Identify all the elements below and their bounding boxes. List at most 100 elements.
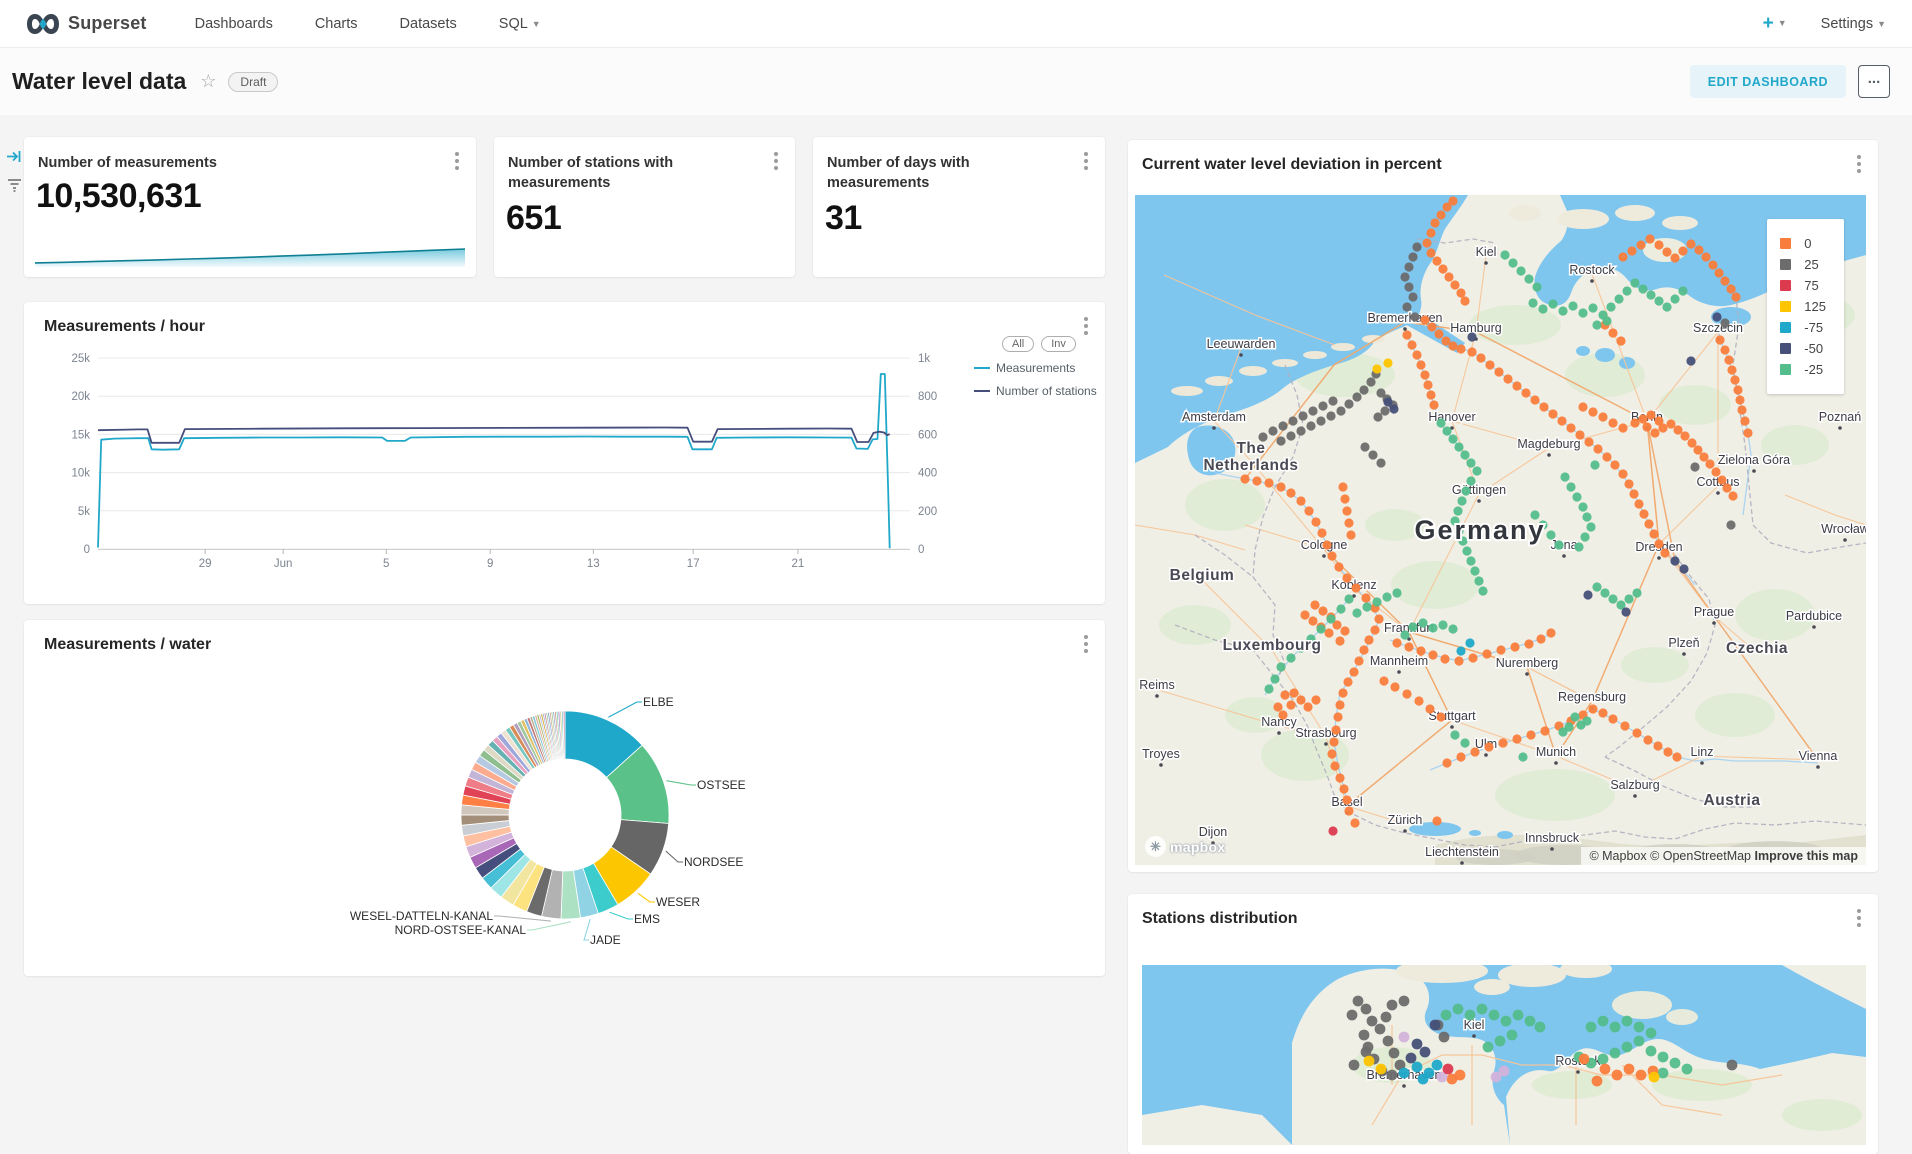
station-dot — [1670, 294, 1679, 303]
station-dot — [1383, 1036, 1394, 1047]
station-dot — [1322, 540, 1331, 549]
station-dot — [1408, 292, 1417, 301]
station-dot — [1724, 355, 1733, 364]
station-dot — [1666, 419, 1675, 428]
kebab-menu[interactable] — [1850, 906, 1868, 930]
map-canvas[interactable]: LeeuwardenAmsterdamReimsTroyesNancyStras… — [1135, 195, 1866, 865]
city-label: Mannheim — [1370, 654, 1428, 668]
city-label: Amsterdam — [1182, 410, 1246, 424]
x-axis-tick: 17 — [687, 558, 700, 570]
legend-item--75[interactable]: -75 — [1780, 320, 1826, 335]
station-dot — [1634, 1022, 1645, 1033]
expand-filter-bar-icon[interactable] — [6, 148, 23, 170]
station-dot — [1634, 1036, 1645, 1047]
map-canvas[interactable]: KielRostockBremerhaven — [1142, 965, 1866, 1145]
legend-inv-button[interactable]: Inv — [1041, 336, 1076, 352]
station-dot — [1387, 1070, 1398, 1081]
station-dot — [1496, 645, 1505, 654]
chevron-down-icon: ▼ — [1877, 19, 1886, 29]
settings-menu[interactable]: Settings▼ — [1821, 16, 1886, 32]
station-dot — [1476, 353, 1485, 362]
more-options-button[interactable]: ... — [1858, 65, 1890, 98]
legend-item-measurements[interactable]: Measurements — [974, 361, 1114, 375]
improve-map-link[interactable]: Improve this map — [1755, 849, 1859, 863]
station-dot — [1366, 377, 1375, 386]
kebab-menu[interactable] — [1077, 149, 1095, 173]
station-dot — [1580, 532, 1589, 541]
x-axis-tick: 13 — [587, 558, 600, 570]
nav-sql[interactable]: SQL▼ — [499, 16, 541, 32]
station-dot — [1399, 996, 1410, 1007]
station-dot — [1579, 1054, 1590, 1065]
mapbox-logo[interactable]: ✳mapbox — [1145, 836, 1225, 857]
station-dot — [1270, 674, 1279, 683]
legend-item-75[interactable]: 75 — [1780, 278, 1826, 293]
legend-item--50[interactable]: -50 — [1780, 341, 1826, 356]
station-dot — [1624, 594, 1633, 603]
station-dot — [1690, 462, 1699, 471]
station-dot — [1592, 1076, 1603, 1087]
station-dot — [1436, 210, 1445, 219]
station-dot — [1389, 1048, 1400, 1059]
new-item-button[interactable]: +▼ — [1763, 13, 1787, 35]
station-dot — [1462, 546, 1471, 555]
kebab-menu[interactable] — [1850, 152, 1868, 176]
draft-badge: Draft — [228, 72, 278, 92]
nav-charts[interactable]: Charts — [315, 16, 358, 32]
station-dot — [1375, 1024, 1386, 1035]
station-dot — [1482, 649, 1491, 658]
station-dot — [1588, 303, 1597, 312]
city-label: Stuttgart — [1428, 709, 1476, 723]
filter-icon[interactable] — [6, 176, 23, 198]
station-dot — [1311, 695, 1320, 704]
station-dot — [1264, 684, 1273, 693]
city-label: Munich — [1536, 745, 1576, 759]
legend-item-0[interactable]: 0 — [1780, 236, 1826, 251]
legend-item-stations[interactable]: Number of stations — [974, 384, 1114, 398]
station-dot — [1264, 478, 1273, 487]
series-line-measurements — [98, 374, 890, 548]
station-dot — [1326, 411, 1335, 420]
kebab-menu[interactable] — [767, 149, 785, 173]
favorite-star-icon[interactable]: ☆ — [200, 71, 216, 92]
legend-item-125[interactable]: 125 — [1780, 299, 1826, 314]
station-dot — [1583, 590, 1592, 599]
station-dot — [1501, 1016, 1512, 1027]
station-dot — [1448, 434, 1457, 443]
station-dot — [1383, 358, 1392, 367]
station-dot — [1546, 530, 1555, 539]
donut-chart: ELBEOSTSEENORDSEEWESEREMSJADENORD-OSTSEE… — [24, 620, 1105, 976]
legend-item--25[interactable]: -25 — [1780, 362, 1826, 377]
station-dot — [1686, 239, 1695, 248]
station-dot — [1528, 298, 1537, 307]
superset-logo[interactable]: Superset — [26, 13, 147, 35]
station-dot — [1548, 299, 1557, 308]
station-dot — [1622, 1042, 1633, 1053]
station-dot — [1484, 742, 1493, 751]
station-dot — [1410, 312, 1419, 321]
station-dot — [1352, 608, 1361, 617]
legend-item-25[interactable]: 25 — [1780, 257, 1826, 272]
legend-all-button[interactable]: All — [1002, 336, 1034, 352]
station-dot — [1548, 409, 1557, 418]
station-dot — [1400, 630, 1409, 639]
station-dot — [1600, 588, 1609, 597]
donut-label: WESEL-DATTELN-KANAL — [350, 909, 493, 923]
station-dot — [1456, 646, 1465, 655]
station-dot — [1558, 306, 1567, 315]
station-dot — [1582, 512, 1591, 521]
donut-label: ELBE — [643, 695, 674, 709]
station-dot — [1612, 1070, 1623, 1081]
station-dot — [1342, 795, 1351, 804]
legend-swatch — [1780, 259, 1791, 270]
kpi-card-measurements: Number of measurements 10,530,631 — [24, 137, 476, 277]
station-dot — [1494, 367, 1503, 376]
edit-dashboard-button[interactable]: EDIT DASHBOARD — [1690, 65, 1846, 98]
nav-datasets[interactable]: Datasets — [400, 16, 457, 32]
nav-dashboards[interactable]: Dashboards — [195, 16, 273, 32]
station-dot — [1468, 653, 1477, 662]
city-label: Zielona Góra — [1718, 453, 1790, 467]
station-dot — [1420, 370, 1429, 379]
kebab-menu[interactable] — [448, 149, 466, 173]
city-label: Nuremberg — [1496, 656, 1559, 670]
